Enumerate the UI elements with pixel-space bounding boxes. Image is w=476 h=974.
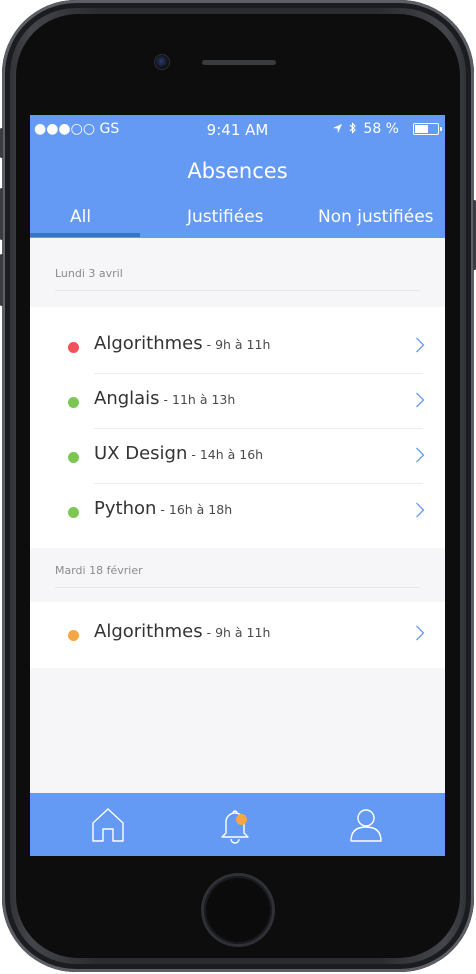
absence-row[interactable]: UX Design - 14h à 16h — [30, 429, 445, 484]
course-name: Algorithmes — [94, 621, 203, 642]
absence-row[interactable]: Algorithmes - 9h à 11h — [30, 319, 445, 374]
active-tab-indicator — [30, 233, 140, 237]
battery-percent: 58 % — [363, 121, 399, 137]
course-name: Anglais — [94, 388, 160, 409]
volume-up-button — [0, 188, 3, 240]
chevron-right-icon — [416, 502, 425, 518]
course-name: Python — [94, 498, 157, 519]
absence-label: Algorithmes - 9h à 11h — [94, 621, 270, 642]
battery-icon — [413, 123, 442, 135]
absence-label: Python - 16h à 18h — [94, 498, 232, 519]
mute-switch — [0, 128, 3, 158]
bell-icon[interactable] — [218, 807, 252, 845]
bottom-tab-bar — [30, 793, 445, 856]
course-name: Algorithmes — [94, 333, 203, 354]
front-camera — [154, 54, 170, 70]
chevron-right-icon — [416, 625, 425, 641]
status-dot — [68, 507, 79, 518]
notification-badge — [236, 814, 247, 825]
profile-icon[interactable] — [349, 807, 383, 843]
section-header: Mardi 18 février — [30, 550, 445, 590]
app-screen: ●●●○○ GS 9:41 AM 58 % Absences All Justi… — [30, 115, 445, 856]
absence-list: Algorithmes - 9h à 11h — [30, 602, 445, 668]
course-time: - 11h à 13h — [159, 392, 236, 407]
absence-label: Anglais - 11h à 13h — [94, 388, 235, 409]
absence-row[interactable]: Anglais - 11h à 13h — [30, 374, 445, 429]
absence-list: Algorithmes - 9h à 11h Anglais - 11h à 1… — [30, 307, 445, 548]
course-time: - 9h à 11h — [202, 337, 271, 352]
earpiece-speaker — [202, 60, 276, 65]
absence-label: Algorithmes - 9h à 11h — [94, 333, 270, 354]
tab-all[interactable]: All — [70, 207, 91, 227]
location-arrow-icon — [333, 123, 343, 134]
absence-row[interactable]: Python - 16h à 18h — [30, 484, 445, 539]
home-button[interactable] — [204, 876, 272, 944]
section-date: Mardi 18 février — [55, 564, 143, 577]
chevron-right-icon — [416, 337, 425, 353]
divider — [55, 587, 420, 588]
status-dot — [68, 397, 79, 408]
course-time: - 16h à 18h — [156, 502, 233, 517]
tab-non-justifiees[interactable]: Non justifiées — [318, 207, 434, 227]
divider — [55, 290, 420, 291]
chevron-right-icon — [416, 447, 425, 463]
course-time: - 14h à 16h — [187, 447, 264, 462]
course-name: UX Design — [94, 443, 188, 464]
status-dot — [68, 342, 79, 353]
tab-justifiees[interactable]: Justifiées — [187, 207, 264, 227]
absence-label: UX Design - 14h à 16h — [94, 443, 263, 464]
page-title: Absences — [187, 159, 288, 183]
chevron-right-icon — [416, 392, 425, 408]
bluetooth-icon — [350, 122, 357, 134]
status-bar: ●●●○○ GS 9:41 AM 58 % — [30, 115, 445, 143]
home-icon[interactable] — [91, 807, 125, 843]
volume-down-button — [0, 254, 3, 306]
course-time: - 9h à 11h — [202, 625, 271, 640]
section-header: Lundi 3 avril — [30, 253, 445, 293]
absence-row[interactable]: Algorithmes - 9h à 11h — [30, 607, 445, 662]
status-dot — [68, 630, 79, 641]
status-dot — [68, 452, 79, 463]
section-date: Lundi 3 avril — [55, 267, 123, 280]
status-right: 58 % — [332, 121, 399, 137]
header-bar: ●●●○○ GS 9:41 AM 58 % Absences All Justi… — [30, 115, 445, 238]
